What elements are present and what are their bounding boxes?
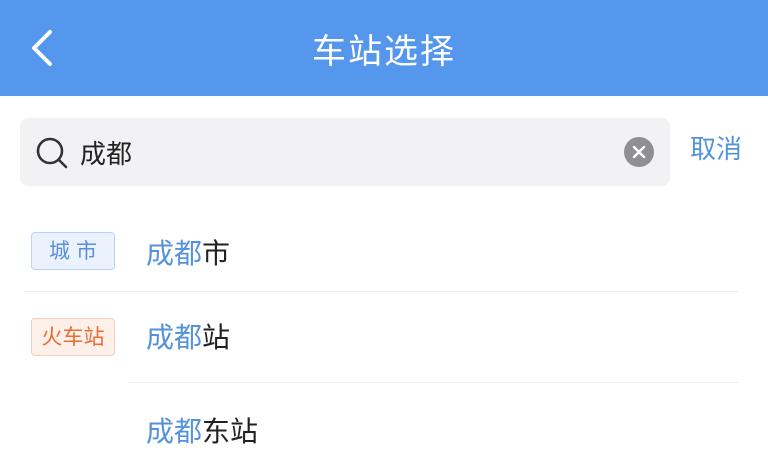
- result-name: 成都站: [146, 316, 230, 356]
- match-highlight: 成都: [146, 321, 203, 354]
- match-highlight: 成都: [146, 237, 203, 270]
- search-input[interactable]: [80, 128, 620, 176]
- list-item-station[interactable]: 火车站 成都站: [0, 294, 768, 380]
- clear-search-button[interactable]: [624, 137, 654, 167]
- divider: [24, 291, 738, 292]
- station-tag: 火车站: [31, 318, 115, 356]
- chevron-left-icon: [32, 30, 52, 66]
- result-name: 成都市: [146, 232, 230, 272]
- result-name-rest: 市: [202, 237, 231, 270]
- list-item-station[interactable]: 成都东站: [0, 386, 768, 472]
- app-header: 车站选择: [0, 0, 768, 96]
- city-tag: 城市: [31, 232, 115, 270]
- result-name-rest: 站: [202, 321, 231, 354]
- list-item-city[interactable]: 城市 成都市: [0, 208, 768, 294]
- search-bar[interactable]: [20, 118, 670, 186]
- result-name: 成都东站: [146, 410, 258, 450]
- divider: [128, 382, 738, 383]
- cancel-button[interactable]: 取消: [690, 130, 750, 170]
- search-icon: [36, 137, 68, 169]
- page-title: 车站选择: [312, 32, 456, 72]
- close-icon: [632, 145, 646, 159]
- back-button[interactable]: [20, 26, 64, 70]
